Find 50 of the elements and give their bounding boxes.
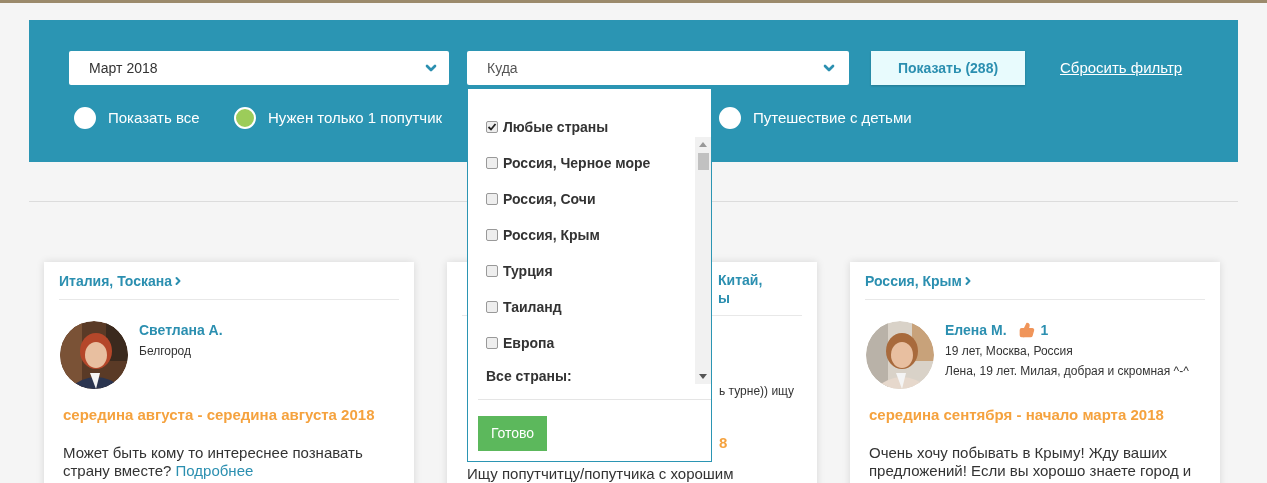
month-select[interactable]: Март 2018 — [69, 51, 449, 85]
scrollbar-thumb[interactable] — [697, 153, 709, 170]
option-label[interactable]: Таиланд — [503, 296, 562, 318]
scroll-down-icon[interactable] — [699, 374, 707, 379]
trip-description: Очень хочу побывать в Крыму! Жду ваших предложений! Если вы хорошо знаете город и — [868, 443, 1193, 480]
scroll-up-icon[interactable] — [699, 142, 707, 147]
group-heading: Все страны: — [486, 366, 572, 386]
trip-dates-fragment: 8 — [719, 433, 728, 453]
checkbox[interactable] — [486, 301, 498, 313]
checkbox[interactable] — [486, 193, 498, 205]
radio-button[interactable] — [234, 107, 256, 130]
likes-count: 1 — [1040, 320, 1049, 340]
done-button[interactable]: Готово — [478, 416, 547, 451]
user-info: Белгород — [139, 344, 193, 358]
user-name-link[interactable]: Елена М. — [945, 319, 1007, 341]
radio-label: Нужен только 1 попутчик — [268, 108, 443, 128]
checkmark-icon — [487, 122, 497, 132]
option-label[interactable]: Европа — [503, 332, 555, 354]
radio-label: Показать все — [108, 108, 200, 128]
option-label[interactable]: Турция — [503, 260, 553, 282]
user-info: Лена, 19 лет. Милая, добрая и скромная ^-^ — [945, 364, 1189, 378]
trip-description: Может быть кому то интереснее познавать страну вместе? Подробнее — [62, 443, 364, 480]
checkbox[interactable] — [486, 265, 498, 277]
option-label[interactable]: Россия, Черное море — [503, 152, 651, 174]
reset-filter-link[interactable]: Сбросить фильтр — [1060, 56, 1183, 80]
destination-select[interactable]: Куда — [467, 51, 849, 85]
option-label[interactable]: Россия, Крым — [503, 224, 600, 246]
trip-dates: середина сентября - начало марта 2018 — [868, 405, 1165, 425]
checkbox[interactable] — [486, 157, 498, 169]
more-link[interactable]: Подробнее — [175, 461, 254, 479]
card-title-link[interactable]: Италия, Тоскана — [59, 270, 184, 292]
radio-label: Путешествие с детьми — [753, 108, 912, 128]
show-button[interactable]: Показать (288) — [871, 51, 1025, 85]
trip-description-fragment: ь турне)) ищу — [719, 383, 795, 400]
checkbox[interactable] — [486, 337, 498, 349]
user-info: 19 лет, Москва, Россия — [945, 344, 1074, 358]
option-label[interactable]: Россия, Сочи — [503, 188, 596, 210]
scrollbar[interactable] — [695, 137, 711, 384]
user-name-link[interactable]: Светлана А. — [139, 319, 223, 341]
checkbox[interactable] — [486, 121, 498, 133]
thumbs-up-icon — [1018, 322, 1035, 338]
radio-button[interactable] — [74, 107, 96, 130]
trip-dates: середина августа - середина августа 2018 — [62, 405, 376, 425]
card-title-fragment[interactable]: ы — [718, 289, 763, 307]
card-title-fragment[interactable]: Китай, — [718, 271, 763, 289]
card-title-link[interactable]: Россия, Крым — [865, 270, 974, 292]
trip-description: Ищу попутчитцу/попутчика с хорошим — [466, 464, 735, 482]
radio-button[interactable] — [719, 107, 741, 130]
option-label[interactable]: Любые страны — [503, 116, 609, 138]
checkbox[interactable] — [486, 229, 498, 241]
